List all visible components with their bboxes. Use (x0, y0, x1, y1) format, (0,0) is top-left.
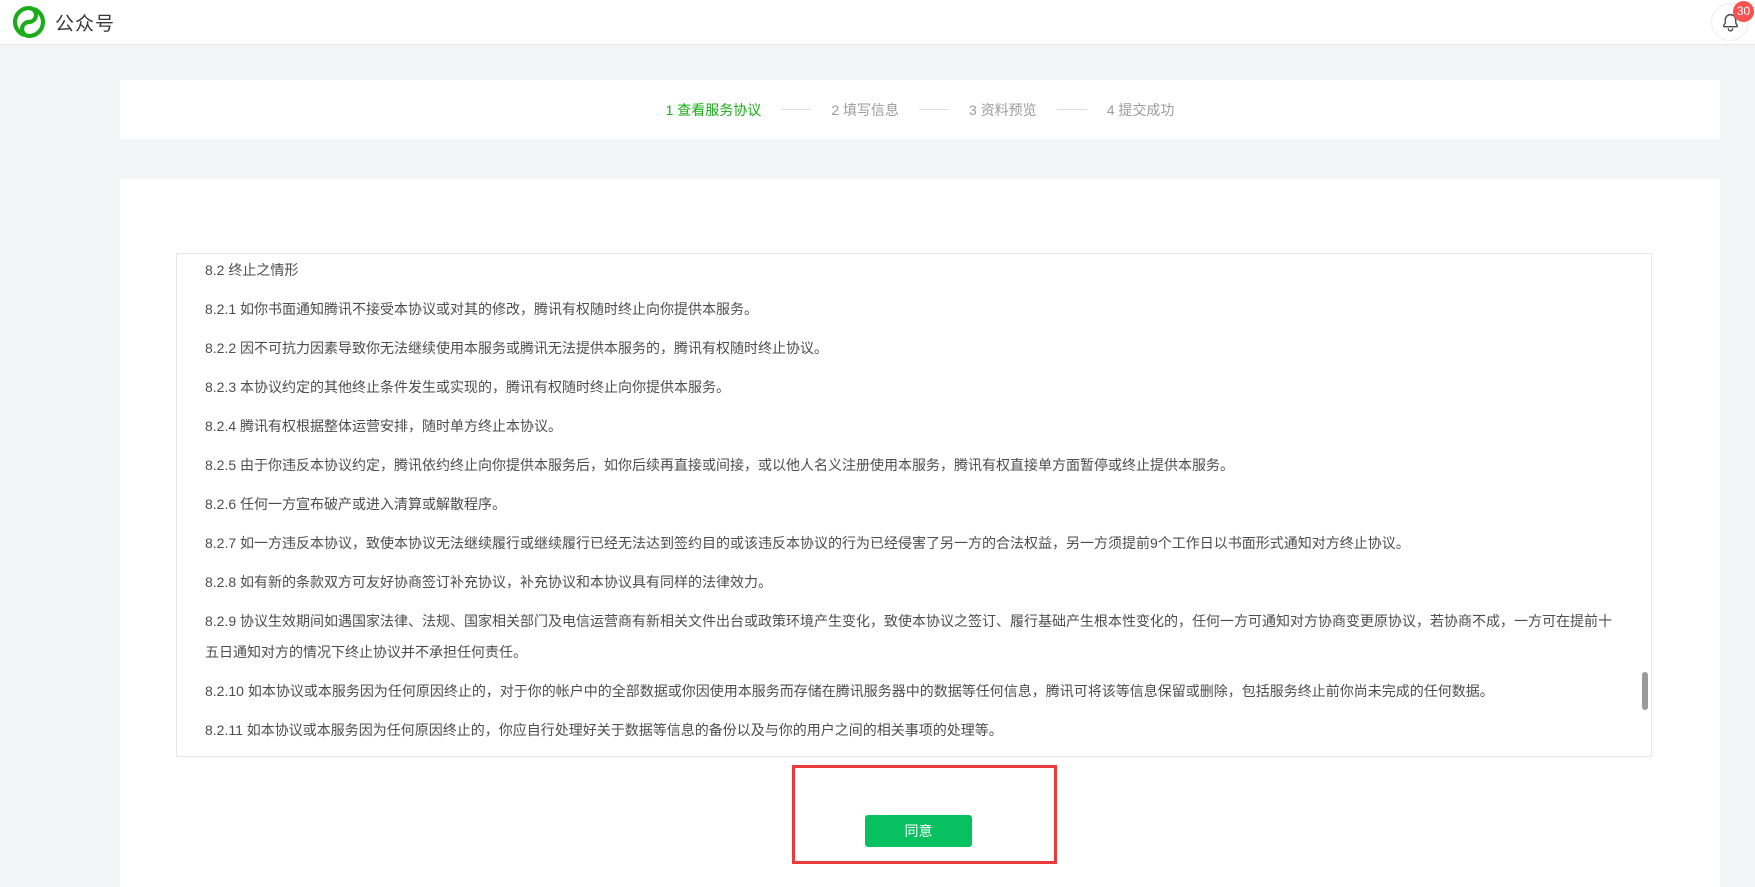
agreement-clause: 8.2.11 如本协议或本服务因为任何原因终止的，你应自行处理好关于数据等信息的… (205, 715, 1623, 746)
scrollbar-thumb[interactable] (1642, 672, 1648, 710)
agreement-clause: 8.2.8 如有新的条款双方可友好协商签订补充协议，补充协议和本协议具有同样的法… (205, 567, 1623, 598)
agreement-clause: 8.2 终止之情形 (205, 255, 1623, 286)
stepper-step-label: 4 提交成功 (1107, 100, 1175, 120)
agree-button[interactable]: 同意 (865, 815, 972, 847)
stepper-connector (919, 109, 949, 110)
notifications-button[interactable]: 30 (1711, 3, 1749, 41)
stepper-step: 1 查看服务协议 (666, 100, 832, 120)
agreement-clause: 8.2.1 如你书面通知腾讯不接受本协议或对其的修改，腾讯有权随时终止向你提供本… (205, 294, 1623, 325)
agreement-clause: 8.2.5 由于你违反本协议约定，腾讯依约终止向你提供本服务后，如你后续再直接或… (205, 450, 1623, 481)
stepper-step-label: 1 查看服务协议 (666, 100, 762, 120)
brand: 公众号 (12, 5, 115, 39)
stepper-connector (781, 109, 811, 110)
official-accounts-logo-icon (12, 5, 46, 39)
agreement-clause: 8.2.6 任何一方宣布破产或进入清算或解散程序。 (205, 489, 1623, 520)
stepper-step-label: 3 资料预览 (969, 100, 1037, 120)
agreement-clause: 8.2.2 因不可抗力因素导致你无法继续使用本服务或腾讯无法提供本服务的，腾讯有… (205, 333, 1623, 364)
notification-badge: 30 (1733, 1, 1754, 22)
top-header: 公众号 30 (0, 0, 1755, 45)
agreement-clause: 8.2.4 腾讯有权根据整体运营安排，随时单方终止本协议。 (205, 411, 1623, 442)
stepper-connector (1057, 109, 1087, 110)
brand-title: 公众号 (55, 9, 115, 36)
agreement-panel: 8.2 终止之情形 8.2.1 如你书面通知腾讯不接受本协议或对其的修改，腾讯有… (120, 179, 1720, 887)
agreement-clause: 8.2.7 如一方违反本协议，致使本协议无法继续履行或继续履行已经无法达到签约目… (205, 528, 1623, 559)
agreement-clause: 8.2.10 如本协议或本服务因为任何原因终止的，对于你的帐户中的全部数据或你因… (205, 676, 1623, 707)
registration-stepper: 1 查看服务协议 2 填写信息 3 资料预览 4 提交成功 (120, 80, 1720, 139)
agreement-clause: 8.2.3 本协议约定的其他终止条件发生或实现的，腾讯有权随时终止向你提供本服务… (205, 372, 1623, 403)
agreement-scroll-area[interactable]: 8.2 终止之情形 8.2.1 如你书面通知腾讯不接受本协议或对其的修改，腾讯有… (176, 253, 1652, 757)
stepper-step: 4 提交成功 (1107, 100, 1175, 120)
stepper-step-label: 2 填写信息 (831, 100, 899, 120)
stepper-step: 2 填写信息 (831, 100, 969, 120)
stepper-step: 3 资料预览 (969, 100, 1107, 120)
agreement-clause: 8.2.9 协议生效期间如遇国家法律、法规、国家相关部门及电信运营商有新相关文件… (205, 606, 1623, 668)
